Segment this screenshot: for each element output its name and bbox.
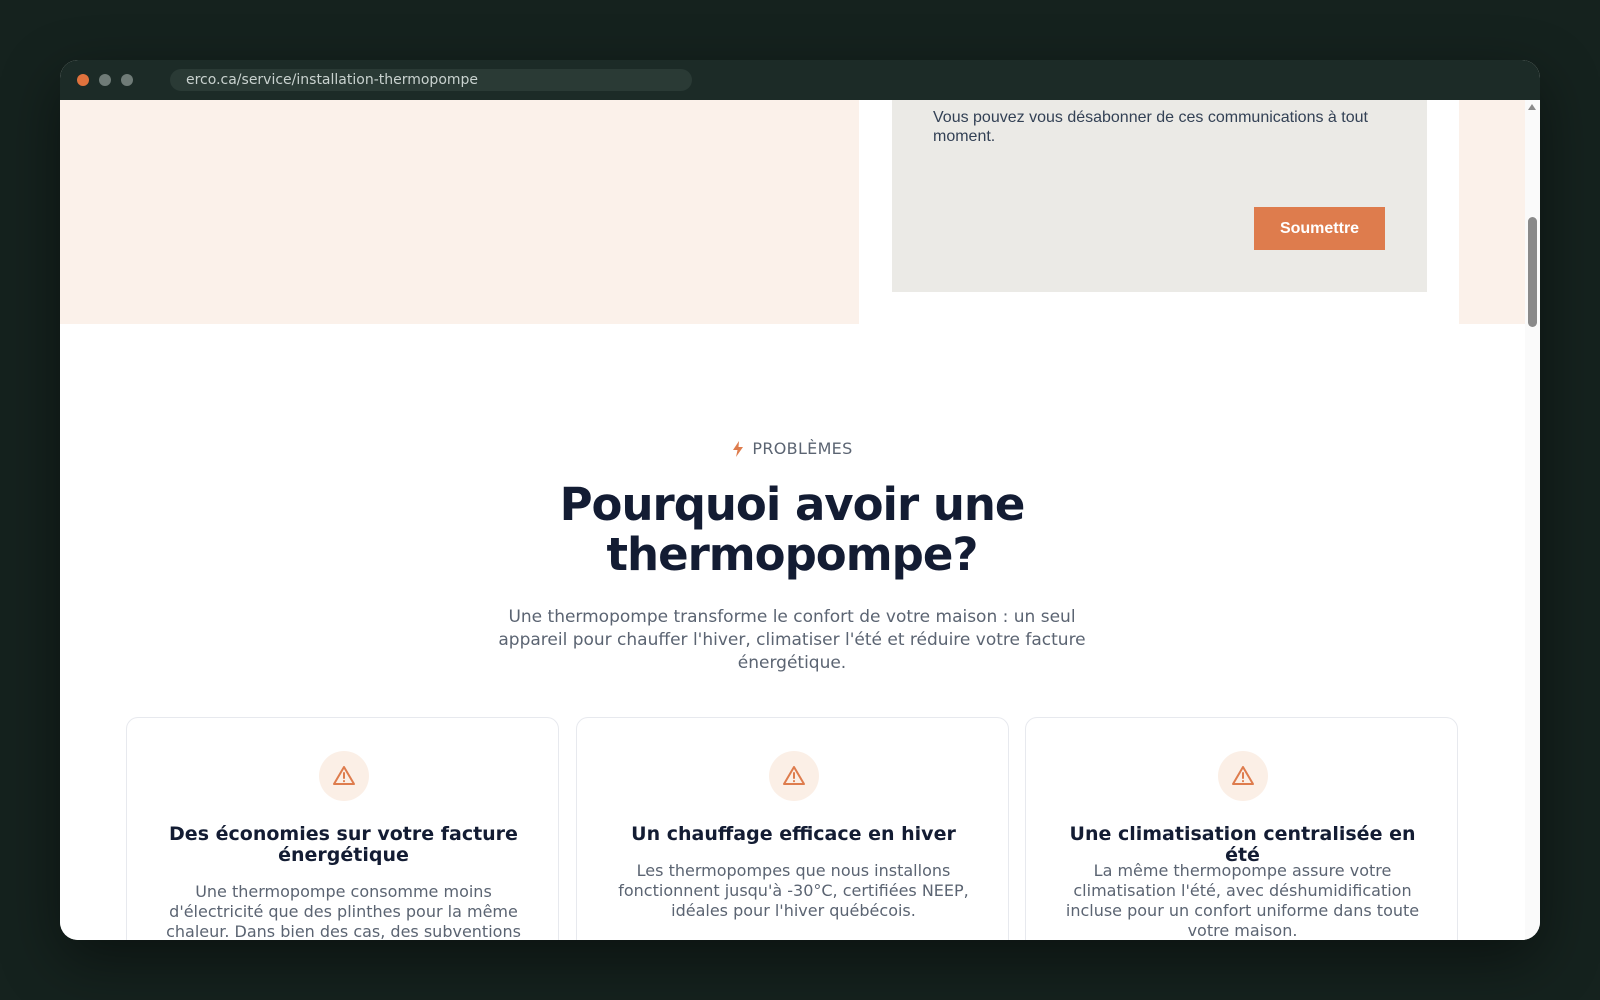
unsubscribe-note: Vous pouvez vous désabonner de ces commu…	[933, 109, 1368, 145]
browser-window: erco.ca/service/installation-thermopompe…	[60, 60, 1540, 940]
browser-titlebar: erco.ca/service/installation-thermopompe	[60, 60, 1540, 100]
card-title: Une climatisation centralisée en été	[1069, 823, 1416, 866]
minimize-window-button[interactable]	[99, 74, 111, 86]
card-icon-badge	[769, 751, 819, 801]
bolt-icon	[733, 441, 744, 457]
warning-triangle-icon	[333, 766, 355, 785]
benefit-card: Une climatisation centralisée en été La …	[1025, 717, 1458, 940]
contact-form-panel: Vous pouvez vous désabonner de ces commu…	[892, 100, 1427, 292]
submit-button[interactable]: Soumettre	[1254, 207, 1385, 250]
card-text: La même thermopompe assure votre climati…	[1065, 861, 1420, 940]
card-text: Les thermopompes que nous installons fon…	[618, 861, 969, 920]
section-eyebrow: PROBLÈMES	[60, 439, 1525, 458]
hero-band-left	[60, 100, 859, 324]
section-subtitle: Une thermopompe transforme le confort de…	[498, 607, 1086, 673]
address-bar[interactable]: erco.ca/service/installation-thermopompe	[170, 69, 692, 91]
close-window-button[interactable]	[77, 74, 89, 86]
card-text: Une thermopompe consomme moins d'électri…	[166, 882, 521, 940]
warning-triangle-icon	[1232, 766, 1254, 785]
hero-band-right	[1459, 100, 1525, 324]
warning-triangle-icon	[783, 766, 805, 785]
section-eyebrow-label: PROBLÈMES	[752, 439, 853, 458]
maximize-window-button[interactable]	[121, 74, 133, 86]
vertical-scrollbar[interactable]	[1525, 100, 1540, 940]
card-icon-badge	[319, 751, 369, 801]
scroll-up-arrow-icon[interactable]	[1528, 104, 1536, 110]
benefit-card: Des économies sur votre facture énergéti…	[126, 717, 559, 940]
card-title: Un chauffage efficace en hiver	[631, 823, 956, 845]
page-viewport: Vous pouvez vous désabonner de ces commu…	[60, 100, 1525, 940]
benefit-card: Un chauffage efficace en hiver Les therm…	[576, 717, 1009, 940]
scrollbar-thumb[interactable]	[1528, 217, 1537, 327]
card-icon-badge	[1218, 751, 1268, 801]
section-title: Pourquoi avoir une thermopompe?	[559, 478, 1026, 581]
card-title: Des économies sur votre facture énergéti…	[169, 823, 518, 866]
